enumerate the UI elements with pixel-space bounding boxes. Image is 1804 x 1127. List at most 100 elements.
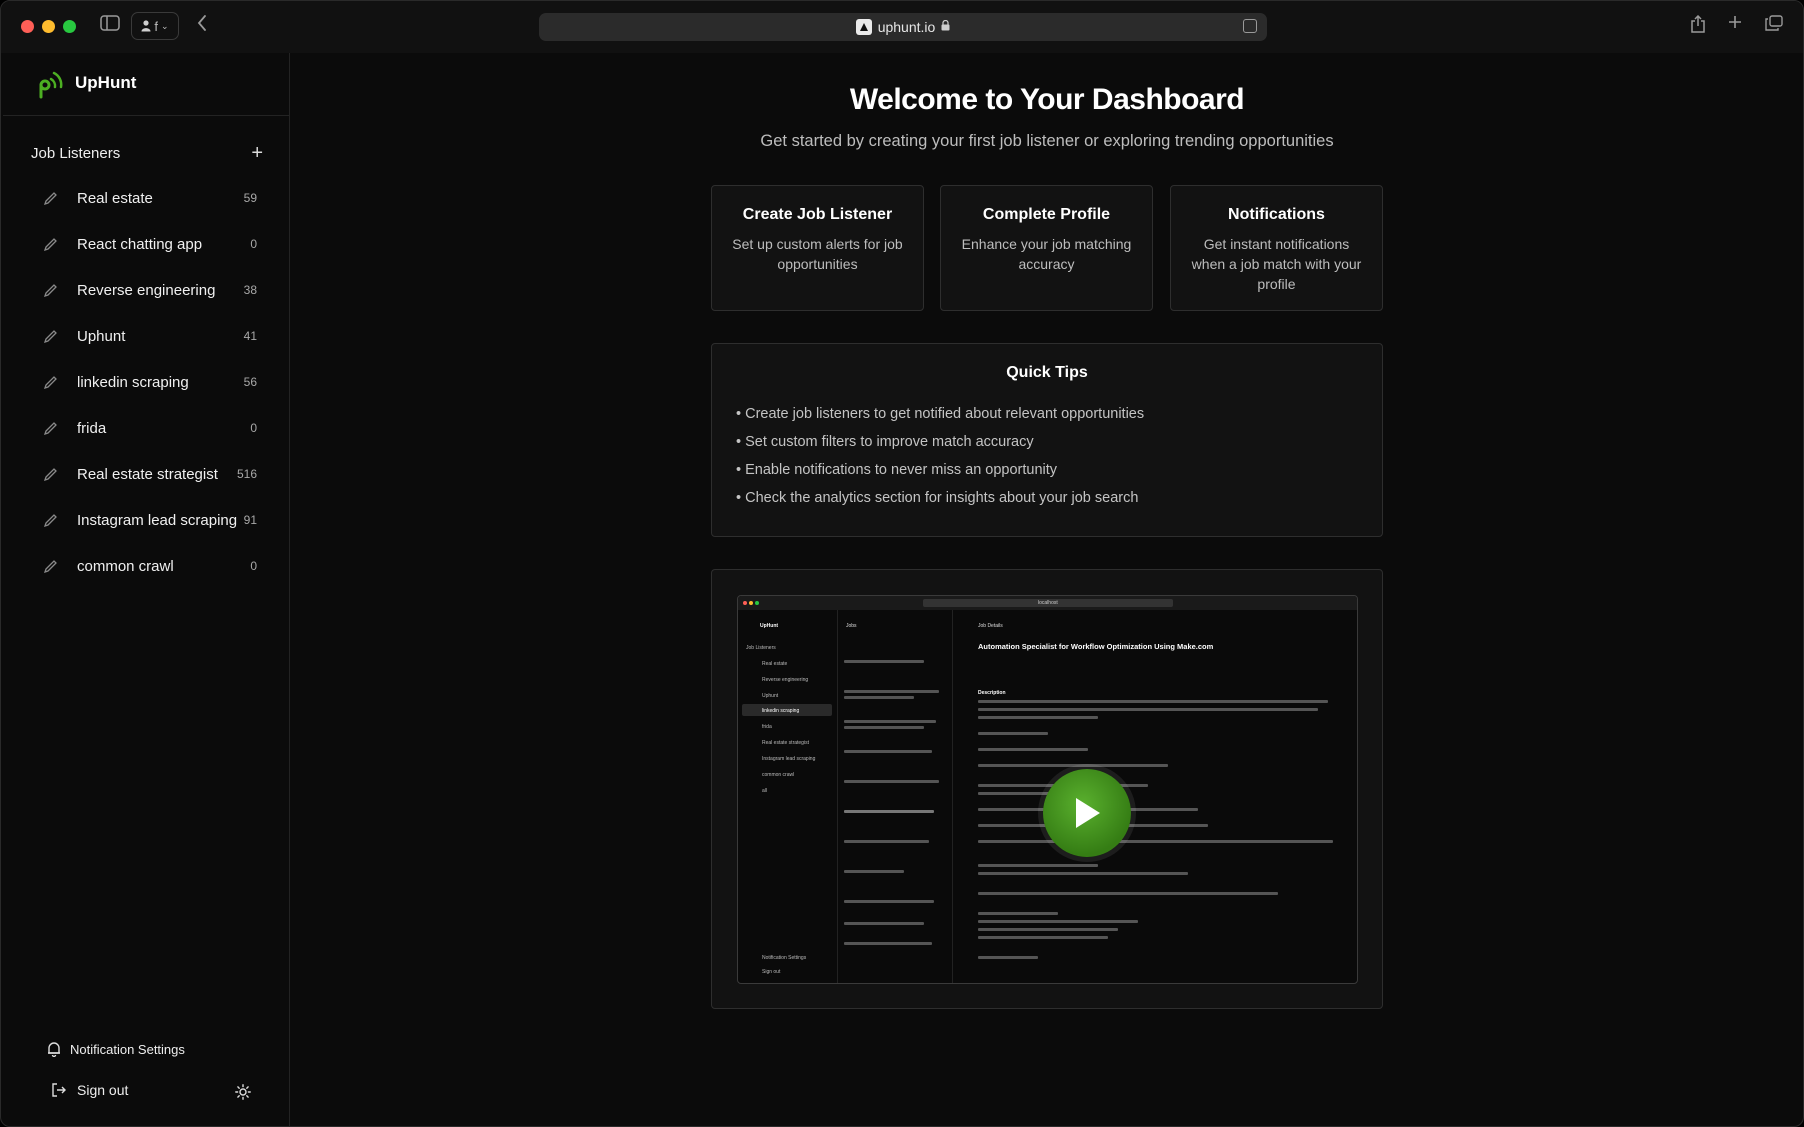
sidebar-item-react-chatting-app[interactable]: React chatting app 0: [31, 221, 267, 267]
sidebar: UpHunt Job Listeners + Real estate 59 Re…: [3, 53, 290, 1126]
window-controls: [21, 20, 76, 33]
preview-list-item: all: [762, 788, 768, 794]
theme-toggle-sun-icon[interactable]: [235, 1084, 251, 1105]
sidebar-item-count: 41: [243, 329, 257, 343]
preview-details-head: Job Details: [978, 623, 1003, 629]
sidebar-toggle-icon[interactable]: [100, 15, 120, 31]
share-icon[interactable]: [1691, 15, 1705, 33]
sidebar-item-label: frida: [77, 419, 107, 437]
sidebar-item-count: 0: [250, 421, 257, 435]
sidebar-item-count: 91: [243, 513, 257, 527]
sidebar-item-reverse-engineering[interactable]: Reverse engineering 38: [31, 267, 267, 313]
tip-item: • Check the analytics section for insigh…: [736, 490, 1139, 506]
preview-description-label: Description: [978, 690, 1006, 696]
page-title: Welcome to Your Dashboard: [849, 83, 1245, 116]
quick-tips-list: • Create job listeners to get notified a…: [736, 400, 1144, 512]
sidebar-item-instagram-lead-scraping[interactable]: Instagram lead scraping 91: [31, 497, 267, 543]
preview-sidebar: [738, 610, 838, 983]
preview-job-title: Automation Specialist for Workflow Optim…: [978, 642, 1214, 651]
preview-job-list: [844, 660, 944, 950]
new-tab-icon[interactable]: [1728, 15, 1742, 29]
pencil-icon[interactable]: [41, 557, 59, 575]
job-listeners-header: Job Listeners +: [31, 143, 263, 163]
url-text: uphunt.io: [877, 19, 936, 35]
card-title: Notifications: [1228, 206, 1325, 223]
demo-video-panel: localhost UpHunt Job Listeners Real esta…: [711, 569, 1383, 1009]
job-listener-list: Real estate 59 React chatting app 0 Reve…: [31, 175, 267, 589]
pencil-icon[interactable]: [41, 235, 59, 253]
address-bar[interactable]: uphunt.io: [539, 13, 1267, 41]
pencil-icon[interactable]: [41, 465, 59, 483]
sign-out-button[interactable]: Sign out: [51, 1082, 128, 1098]
sign-out-label: Sign out: [77, 1082, 129, 1098]
preview-sidebar-head: Job Listeners: [746, 645, 776, 651]
chevron-down-icon: ⌄: [161, 20, 169, 31]
sidebar-item-count: 56: [243, 375, 257, 389]
sidebar-item-label: Real estate: [77, 189, 153, 207]
tab-overview-icon[interactable]: [1765, 15, 1783, 31]
reader-mode-icon[interactable]: [1243, 19, 1257, 33]
maximize-window-button[interactable]: [63, 20, 76, 33]
pencil-icon[interactable]: [41, 281, 59, 299]
sidebar-item-label: common crawl: [77, 557, 174, 575]
tip-item: • Create job listeners to get notified a…: [736, 406, 1145, 422]
sidebar-item-real-estate[interactable]: Real estate 59: [31, 175, 267, 221]
sidebar-item-count: 38: [243, 283, 257, 297]
sidebar-item-linkedin-scraping[interactable]: linkedin scraping 56: [31, 359, 267, 405]
sidebar-item-label: linkedin scraping: [77, 373, 189, 391]
sidebar-item-count: 0: [250, 559, 257, 573]
tip-item: • Enable notifications to never miss an …: [736, 462, 1058, 478]
preview-list-item: Uphunt: [762, 693, 779, 699]
preview-list-item: Reverse engineering: [762, 677, 809, 683]
pencil-icon[interactable]: [41, 327, 59, 345]
quick-tips-panel: Quick Tips • Create job listeners to get…: [711, 343, 1383, 537]
pencil-icon[interactable]: [41, 419, 59, 437]
pencil-icon[interactable]: [41, 189, 59, 207]
brand[interactable]: UpHunt: [33, 67, 136, 99]
lock-icon: [941, 19, 950, 34]
sidebar-item-label: Reverse engineering: [77, 281, 216, 299]
add-listener-button[interactable]: +: [251, 143, 263, 163]
sign-out-icon: [52, 1083, 66, 1097]
sidebar-item-real-estate-strategist[interactable]: Real estate strategist 516: [31, 451, 267, 497]
card-text: Get instant notifications when a job mat…: [1191, 236, 1362, 292]
sidebar-item-uphunt[interactable]: Uphunt 41: [31, 313, 267, 359]
complete-profile-card[interactable]: Complete Profile Enhance your job matchi…: [940, 185, 1153, 311]
divider: [3, 115, 289, 116]
card-title: Complete Profile: [982, 206, 1111, 223]
site-favicon-icon: [855, 19, 872, 35]
create-job-listener-card[interactable]: Create Job Listener Set up custom alerts…: [711, 185, 924, 311]
uphunt-logo-icon: [39, 71, 63, 99]
minimize-window-button[interactable]: [42, 20, 55, 33]
card-title: Create Job Listener: [742, 206, 893, 223]
sidebar-item-count: 59: [243, 191, 257, 205]
bell-icon: [48, 1042, 60, 1057]
sidebar-item-common-crawl[interactable]: common crawl 0: [31, 543, 267, 589]
video-thumbnail[interactable]: localhost UpHunt Job Listeners Real esta…: [737, 595, 1358, 984]
pencil-icon[interactable]: [41, 511, 59, 529]
browser-titlebar: f ⌄ uphunt.io: [1, 1, 1803, 53]
main-content: Welcome to Your Dashboard Get started by…: [291, 53, 1803, 1126]
profile-switcher[interactable]: f ⌄: [131, 12, 179, 40]
preview-dot: [743, 601, 747, 605]
preview-dot: [755, 601, 759, 605]
pencil-icon[interactable]: [41, 373, 59, 391]
play-button[interactable]: [1043, 769, 1131, 857]
close-window-button[interactable]: [21, 20, 34, 33]
back-icon[interactable]: [197, 15, 207, 31]
sidebar-item-count: 0: [250, 237, 257, 251]
preview-list-item: Instagram lead scraping: [762, 756, 816, 762]
person-icon: [141, 20, 151, 32]
card-text: Set up custom alerts for job opportuniti…: [732, 236, 903, 272]
sidebar-item-label: Uphunt: [77, 327, 126, 345]
sidebar-item-label: Instagram lead scraping: [77, 511, 238, 529]
sidebar-item-count: 516: [236, 467, 257, 481]
notification-settings-button[interactable]: Notification Settings: [47, 1041, 185, 1057]
preview-description-lines: [978, 700, 1338, 980]
preview-brand: UpHunt: [760, 623, 779, 629]
browser-window: f ⌄ uphunt.io UpHunt Job Listeners + Rea…: [0, 0, 1804, 1127]
notifications-card[interactable]: Notifications Get instant notifications …: [1170, 185, 1383, 311]
notification-settings-label: Notification Settings: [70, 1041, 185, 1057]
sidebar-item-frida[interactable]: frida 0: [31, 405, 267, 451]
preview-list-item: Real estate: [762, 661, 788, 667]
